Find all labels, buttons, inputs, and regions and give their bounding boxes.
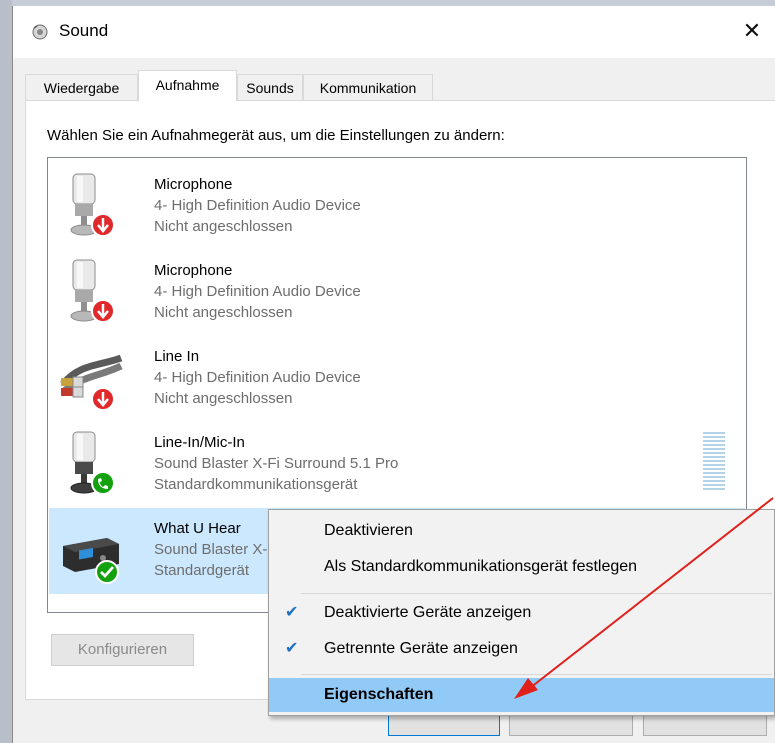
menu-item-eigenschaften[interactable]: Eigenschaften — [269, 678, 774, 712]
device-item-line-in-mic-in[interactable]: Line-In/Mic-In Sound Blaster X-Fi Surrou… — [49, 422, 745, 508]
window-title: Sound — [59, 21, 109, 40]
device-description: 4- High Definition Audio Device — [154, 197, 361, 214]
disconnected-badge-icon — [91, 213, 115, 237]
device-description: 4- High Definition Audio Device — [154, 369, 361, 386]
device-description: 4- High Definition Audio Device — [154, 283, 361, 300]
menu-item-set-default-communication[interactable]: Als Standardkommunikationsgerät festlege… — [269, 551, 774, 583]
device-item-microphone-1[interactable]: Microphone 4- High Definition Audio Devi… — [49, 164, 745, 250]
device-item-line-in[interactable]: Line In 4- High Definition Audio Device … — [49, 336, 745, 422]
menu-separator — [301, 674, 772, 675]
level-meter — [703, 432, 725, 494]
title-bar: Sound ✕ — [13, 6, 775, 58]
menu-item-show-disconnected-devices[interactable]: ✔ Getrennte Geräte anzeigen — [269, 633, 774, 665]
device-status: Nicht angeschlossen — [154, 304, 293, 321]
microphone-icon — [70, 431, 115, 495]
check-icon: ✔ — [285, 604, 299, 621]
desktop-edge — [0, 0, 12, 743]
configure-button[interactable]: Konfigurieren — [51, 634, 194, 666]
device-name: Line-In/Mic-In — [154, 434, 245, 451]
device-name: What U Hear — [154, 520, 241, 537]
device-status: Standardkommunikationsgerät — [154, 476, 358, 493]
instruction-text: Wählen Sie ein Aufnahmegerät aus, um die… — [47, 127, 505, 144]
menu-separator — [301, 593, 772, 594]
speaker-icon — [32, 24, 48, 40]
sound-card-icon — [63, 538, 119, 584]
device-status: Nicht angeschlossen — [154, 390, 293, 407]
menu-item-label: Eigenschaften — [324, 686, 434, 703]
device-description: Sound Blaster X-Fi Surround 5.1 Pro — [154, 455, 399, 472]
tab-wiedergabe[interactable]: Wiedergabe — [25, 74, 138, 101]
disconnected-badge-icon — [91, 387, 115, 411]
menu-item-deaktivieren[interactable]: Deaktivieren — [269, 515, 774, 547]
communication-default-badge-icon — [91, 471, 115, 495]
device-status: Nicht angeschlossen — [154, 218, 293, 235]
device-item-microphone-2[interactable]: Microphone 4- High Definition Audio Devi… — [49, 250, 745, 336]
menu-item-label: Getrennte Geräte anzeigen — [324, 640, 518, 657]
default-check-badge-icon — [95, 560, 119, 584]
tab-aufnahme[interactable]: Aufnahme — [138, 70, 237, 101]
check-icon: ✔ — [285, 640, 299, 657]
context-menu: Deaktivieren Als Standardkommunikationsg… — [268, 509, 775, 716]
menu-item-show-disabled-devices[interactable]: ✔ Deaktivierte Geräte anzeigen — [269, 597, 774, 629]
menu-item-label: Deaktivierte Geräte anzeigen — [324, 604, 532, 621]
device-name: Microphone — [154, 176, 233, 193]
device-status: Standardgerät — [154, 562, 250, 579]
tab-sounds[interactable]: Sounds — [237, 74, 303, 101]
close-button[interactable]: ✕ — [728, 6, 775, 58]
menu-item-label: Als Standardkommunikationsgerät festlege… — [324, 558, 638, 575]
microphone-icon — [70, 259, 115, 323]
menu-item-label: Deaktivieren — [324, 522, 413, 539]
tab-kommunikation[interactable]: Kommunikation — [303, 74, 433, 101]
microphone-icon — [70, 173, 115, 237]
disconnected-badge-icon — [91, 299, 115, 323]
line-in-cable-icon — [60, 354, 123, 411]
device-name: Microphone — [154, 262, 233, 279]
device-name: Line In — [154, 348, 200, 365]
